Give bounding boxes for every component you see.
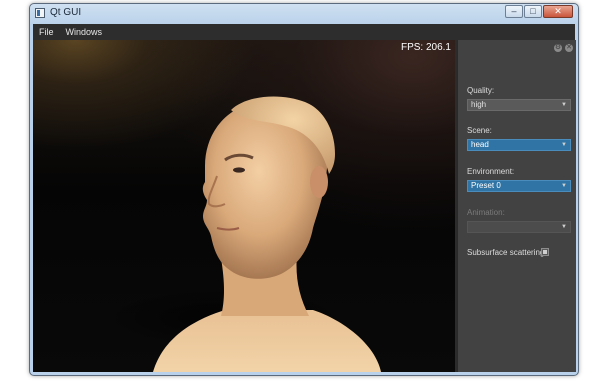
environment-value: Preset 0 <box>471 181 501 190</box>
menu-windows[interactable]: Windows <box>60 24 109 40</box>
client-area: File Windows FPS: 206.1 ⚙ ✕ Quality: hig… <box>33 24 576 372</box>
render-viewport[interactable]: FPS: 206.1 <box>33 40 455 372</box>
fps-counter: FPS: 206.1 <box>400 42 451 53</box>
scene-value: head <box>471 140 489 149</box>
menu-bar: File Windows <box>33 24 575 40</box>
panel-controls: ⚙ ✕ <box>551 44 573 52</box>
close-window-button[interactable]: ✕ <box>543 5 573 18</box>
subsurface-row: Subsurface scattering <box>467 248 571 257</box>
title-bar[interactable]: Qt GUI – □ ✕ <box>30 4 578 23</box>
chevron-down-icon: ▼ <box>561 142 567 148</box>
menu-file[interactable]: File <box>33 24 60 40</box>
environment-combo[interactable]: Preset 0 ▼ <box>467 180 571 192</box>
chevron-down-icon: ▼ <box>561 102 567 108</box>
quality-combo[interactable]: high ▼ <box>467 99 571 111</box>
maximize-button[interactable]: □ <box>524 5 542 18</box>
scene-label: Scene: <box>467 126 492 135</box>
gear-icon[interactable]: ⚙ <box>554 44 562 52</box>
environment-label: Environment: <box>467 167 515 176</box>
eye <box>233 167 245 173</box>
settings-panel: ⚙ ✕ Quality: high ▼ Scene: head ▼ Enviro… <box>457 40 576 372</box>
animation-combo: ▼ <box>467 221 571 233</box>
quality-label: Quality: <box>467 86 495 95</box>
ear <box>310 166 328 198</box>
animation-label: Animation: <box>467 208 505 217</box>
subsurface-checkbox[interactable] <box>541 248 549 256</box>
close-icon[interactable]: ✕ <box>565 44 573 52</box>
scene-combo[interactable]: head ▼ <box>467 139 571 151</box>
app-icon[interactable] <box>35 8 45 18</box>
minimize-button[interactable]: – <box>505 5 523 18</box>
chevron-down-icon: ▼ <box>561 224 567 230</box>
window-title: Qt GUI <box>50 7 82 18</box>
subsurface-label: Subsurface scattering <box>467 248 545 257</box>
head-render <box>113 96 381 372</box>
app-window: Qt GUI – □ ✕ File Windows FPS: 206.1 ⚙ ✕… <box>29 3 579 376</box>
window-controls: – □ ✕ <box>504 5 573 18</box>
quality-value: high <box>471 100 487 109</box>
chevron-down-icon: ▼ <box>561 183 567 189</box>
